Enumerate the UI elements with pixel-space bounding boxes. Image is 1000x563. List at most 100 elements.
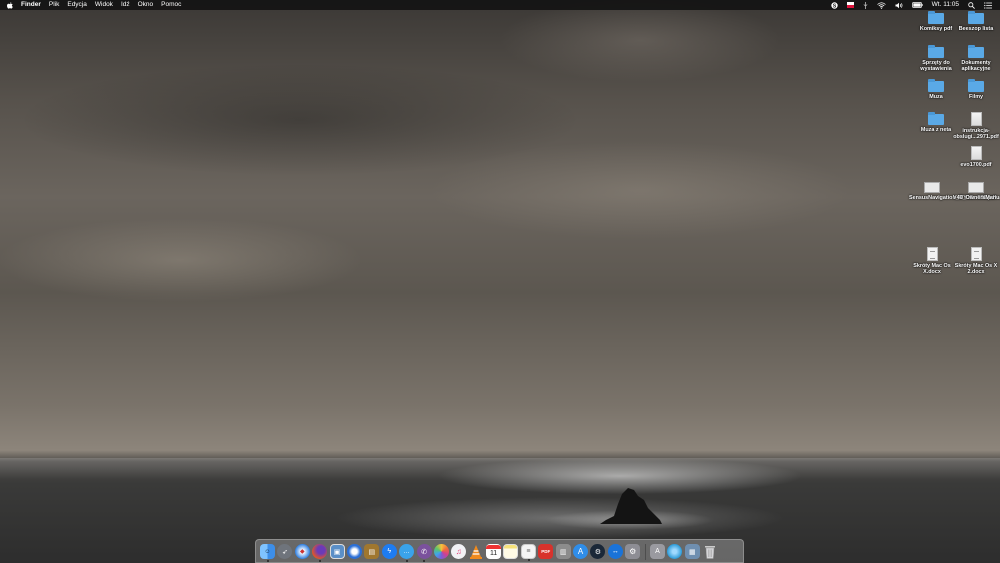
desktop-file-instrukcja[interactable]: instrukcja-obslugi...2971.pdf xyxy=(953,112,999,141)
dock-thunderbird[interactable] xyxy=(346,544,362,559)
running-indicator xyxy=(266,560,269,562)
dock-notebook[interactable]: ▤ xyxy=(364,544,380,559)
phone-icon: ✆ xyxy=(421,548,427,556)
pdf-icon: PDF xyxy=(541,549,551,554)
dock-firefox[interactable] xyxy=(312,544,328,562)
folder-icon xyxy=(968,45,984,58)
menu-finder[interactable]: Finder xyxy=(21,0,41,10)
book-icon: ▤ xyxy=(368,548,376,556)
menu-bar: Finder Plik Edycja Widok Idź Okno Pomoc … xyxy=(0,0,1000,10)
folder-icon xyxy=(928,45,944,58)
dock-preview[interactable]: ▣ xyxy=(329,544,345,559)
pdf-file-icon xyxy=(924,182,940,193)
dock-notes[interactable] xyxy=(503,544,519,559)
dock-launchpad[interactable]: ➶ xyxy=(277,544,293,559)
dock-safari[interactable]: ◆ xyxy=(294,544,310,559)
dock-steam[interactable]: ⚙ xyxy=(590,544,606,559)
menu-okno[interactable]: Okno xyxy=(138,0,154,10)
dock-finder[interactable]: ☺ xyxy=(260,544,275,562)
dock-separator xyxy=(644,544,646,560)
dock-applications-folder[interactable]: A xyxy=(649,544,665,559)
dock-messages[interactable]: … xyxy=(399,544,415,562)
dock-network[interactable] xyxy=(667,544,683,559)
running-indicator xyxy=(423,560,426,562)
folder-icon xyxy=(928,112,944,125)
folder-icon xyxy=(928,11,944,24)
compass-icon: ◆ xyxy=(299,549,305,555)
menu-edycja[interactable]: Edycja xyxy=(67,0,87,10)
menu-plik[interactable]: Plik xyxy=(49,0,59,10)
wifi-icon[interactable] xyxy=(876,1,886,9)
rocket-icon: ➶ xyxy=(281,548,288,556)
pdf-file-icon xyxy=(968,182,984,193)
running-indicator xyxy=(405,560,408,562)
speech-bubble-icon: … xyxy=(403,548,410,555)
lightning-bubble-icon: ϟ xyxy=(387,548,392,555)
gear-icon: ⚙ xyxy=(629,547,637,556)
calendar-day: 11 xyxy=(489,549,498,557)
dock: ☺ ➶ ◆ ▣ ▤ ϟ … ✆ ♫ 11 ≡ PDF ▥ A ⚙ ↔ ⚙ A ▦ xyxy=(255,539,744,563)
folder-icon xyxy=(928,79,944,92)
dock-downloads[interactable]: ▦ xyxy=(684,544,700,559)
desktop-file-skroty-2[interactable]: Skróty Mac Os X 2.docx xyxy=(953,247,999,276)
desktop-item-label: Skróty Mac Os X.docx xyxy=(913,263,951,276)
stack-icon: ▦ xyxy=(688,548,696,556)
music-note-icon: ♫ xyxy=(455,547,462,556)
apple-logo-icon[interactable] xyxy=(7,1,13,9)
docx-file-icon xyxy=(970,247,982,261)
applications-icon: A xyxy=(655,548,660,555)
trash-icon xyxy=(704,546,715,559)
app-store-icon: A xyxy=(577,547,584,556)
desktop-file-evo1700[interactable]: evo1700.pdf xyxy=(953,146,999,168)
desktop-file-skroty[interactable]: Skróty Mac Os X.docx xyxy=(909,247,955,276)
dock-photos[interactable] xyxy=(433,544,449,559)
desktop-folder-beeszop[interactable]: Beeszop lista xyxy=(953,11,999,32)
menu-widok[interactable]: Widok xyxy=(95,0,113,10)
dock-textedit[interactable]: ≡ xyxy=(520,544,536,561)
running-indicator xyxy=(318,560,321,562)
dock-itunes[interactable]: ♫ xyxy=(451,544,467,559)
steam-icon: ⚙ xyxy=(594,548,602,556)
usb-icon[interactable] xyxy=(863,1,868,9)
pdf-file-icon xyxy=(970,146,982,160)
desktop-item-label: Filmy xyxy=(968,94,984,100)
folder-icon xyxy=(968,11,984,24)
dock-app-store[interactable]: A xyxy=(573,544,589,559)
dock-trash[interactable] xyxy=(702,544,717,559)
clock[interactable]: Wt. 11:05 xyxy=(932,0,959,10)
desktop-folder-filmy[interactable]: Filmy xyxy=(953,79,999,100)
folder-icon xyxy=(968,79,984,92)
dock-viber[interactable]: ✆ xyxy=(416,544,432,562)
desktop-folder-dokumenty[interactable]: Dokumenty aplikacyjne xyxy=(953,45,999,73)
arrows-icon: ↔ xyxy=(611,548,619,555)
desktop-file-sensus[interactable]: SensusNavigation_MY18...685.pdf xyxy=(909,182,997,201)
desktop-item-label: SensusNavigation_MY18...685.pdf xyxy=(909,195,997,201)
picture-icon: ▣ xyxy=(333,548,341,556)
dock-system-preferences[interactable]: ⚙ xyxy=(625,544,641,559)
desktop-item-label: evo1700.pdf xyxy=(960,162,992,168)
search-icon[interactable] xyxy=(968,1,975,9)
wallpaper-rock xyxy=(600,488,662,524)
dock-messenger[interactable]: ϟ xyxy=(381,544,397,559)
wallpaper-clouds xyxy=(0,0,1000,460)
menu-pomoc[interactable]: Pomoc xyxy=(161,0,181,10)
dock-teamviewer[interactable]: ↔ xyxy=(607,544,623,559)
dock-calendar[interactable]: 11 xyxy=(486,544,502,559)
flag-icon[interactable] xyxy=(846,2,854,8)
desktop-item-label: Beeszop lista xyxy=(958,26,994,32)
skype-icon[interactable]: S xyxy=(830,1,838,9)
notification-center-icon[interactable] xyxy=(984,1,992,9)
desktop-file-v40-manual[interactable]: V40_OwnersManual_MY...906.pdf xyxy=(953,182,1000,201)
dock-acrobat[interactable]: PDF xyxy=(538,544,554,559)
volume-icon[interactable] xyxy=(895,2,903,9)
running-indicator xyxy=(528,559,531,561)
desktop-item-label: V40_OwnersManual_MY...906.pdf xyxy=(953,195,1000,201)
menu-idz[interactable]: Idź xyxy=(121,0,130,10)
dock-archive-utility[interactable]: ▥ xyxy=(555,544,571,559)
pdf-file-icon xyxy=(970,112,982,126)
battery-icon[interactable] xyxy=(911,2,923,8)
docx-file-icon xyxy=(926,247,938,261)
archive-icon: ▥ xyxy=(559,548,567,556)
finder-icon: ☺ xyxy=(264,548,271,555)
dock-vlc[interactable] xyxy=(469,544,484,559)
